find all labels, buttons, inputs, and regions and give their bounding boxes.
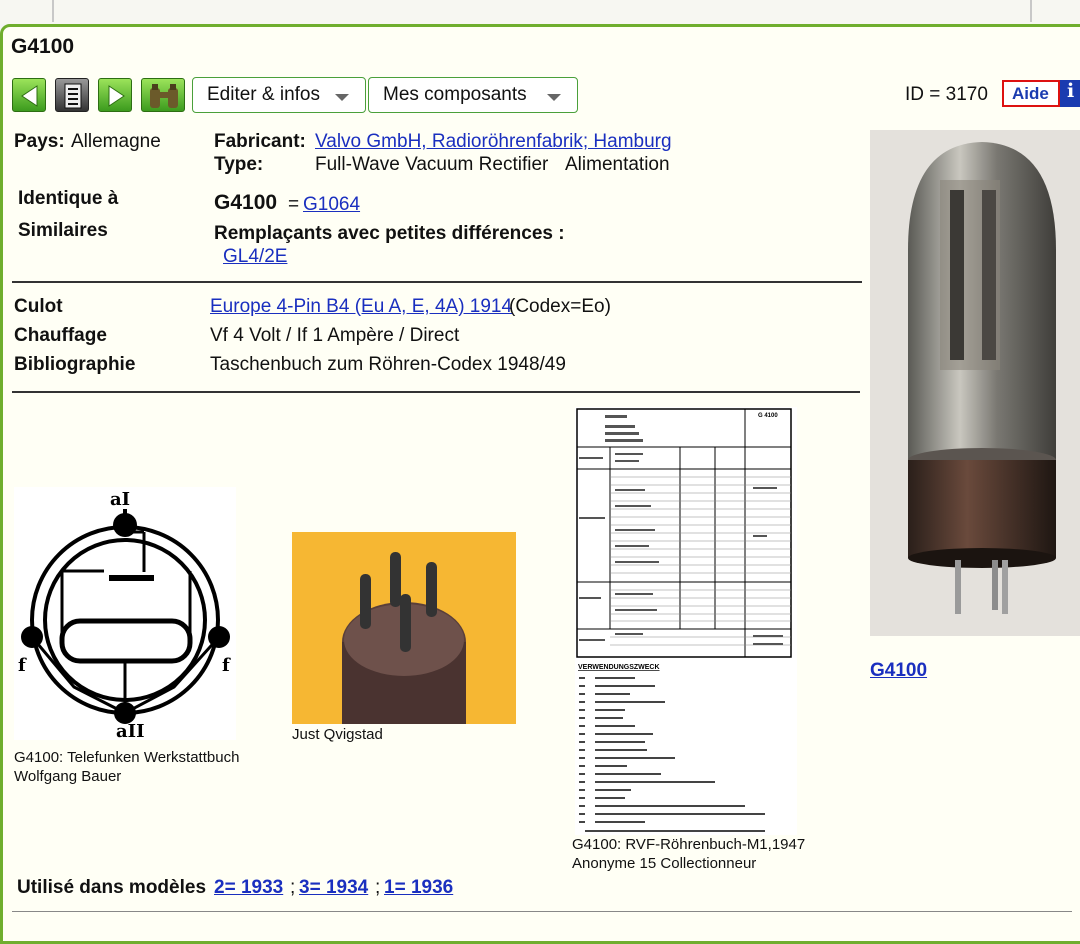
diagram-caption-line2: Wolfgang Bauer [14,768,122,785]
equals-sign: = [288,194,300,215]
edit-info-dropdown[interactable]: Editer & infos [192,77,366,113]
base-label: Culot [14,296,63,317]
models-label: Utilisé dans modèles [17,877,207,898]
pins-photo[interactable] [292,532,516,724]
maker-label: Fabricant: [214,131,306,152]
diagram-label-filament-left: f [18,655,27,676]
type-category: Alimentation [565,154,670,175]
maker-link[interactable]: Valvo GmbH, Radioröhrenfabrik; Hamburg [315,131,672,153]
model-link[interactable]: 3= 1934 [299,877,368,899]
chevron-down-icon [547,94,561,101]
similar-label: Similaires [18,220,108,241]
equivalent-link[interactable]: G1064 [303,194,360,216]
bibliography-label: Bibliographie [14,354,136,375]
my-components-label: Mes composants [383,84,527,105]
diagram-caption-line1: G4100: Telefunken Werkstattbuch [14,749,240,766]
replacements-label: Remplaçants avec petites différences : [214,223,565,244]
pins-caption: Just Qvigstad [292,726,383,743]
model-link[interactable]: 1= 1936 [384,877,453,899]
document-icon[interactable] [55,78,89,112]
divider [12,281,862,283]
edit-info-label: Editer & infos [207,84,320,105]
info-icon[interactable]: i [1060,80,1080,107]
diagram-label-filament-right: f [222,655,231,676]
strip-divider [1030,0,1032,22]
help-button[interactable]: Aide [1002,80,1060,107]
diagram-label-anode1: aI [110,489,130,510]
page-title: G4100 [11,35,75,58]
datasheet-image[interactable]: G 4100 VERWENDUNGSZWECK [575,407,797,835]
datasheet-type: G 4100 [758,413,778,419]
binoculars-icon[interactable] [141,78,185,112]
datasheet-caption-line2: Anonyme 15 Collectionneur [572,855,757,872]
identical-label: Identique à [18,188,119,209]
country-value: Allemagne [71,131,161,152]
models-separator: ; [375,877,381,898]
strip-divider [52,0,54,22]
heating-value: Vf 4 Volt / If 1 Ampère / Direct [210,325,460,346]
tube-name: G4100 [214,191,278,214]
tube-photo[interactable] [870,130,1080,636]
photo-caption-link[interactable]: G4100 [870,660,927,682]
type-label: Type: [214,154,264,175]
models-separator: ; [290,877,296,898]
heating-label: Chauffage [14,325,107,346]
diagram-label-anode2: aII [116,721,145,740]
pinout-diagram[interactable]: aI aII f f [14,487,236,742]
base-code: (Codex=Eo) [509,296,611,317]
chevron-down-icon [335,94,349,101]
my-components-dropdown[interactable]: Mes composants [368,77,578,113]
replacement-link[interactable]: GL4/2E [223,246,287,268]
country-label: Pays: [14,131,65,152]
bibliography-value: Taschenbuch zum Röhren-Codex 1948/49 [210,354,566,375]
type-value: Full-Wave Vacuum Rectifier [315,154,549,175]
datasheet-caption-line1: G4100: RVF-Röhrenbuch-M1,1947 [572,836,806,853]
arrow-right-icon[interactable] [98,78,132,112]
model-link[interactable]: 2= 1933 [214,877,283,899]
tube-id: ID = 3170 [905,84,988,105]
arrow-left-icon[interactable] [12,78,46,112]
top-strip [0,0,1080,24]
divider [12,911,1072,912]
base-link[interactable]: Europe 4-Pin B4 (Eu A, E, 4A) 1914 [210,296,512,318]
datasheet-heading: VERWENDUNGSZWECK [578,664,660,671]
divider [12,391,860,393]
